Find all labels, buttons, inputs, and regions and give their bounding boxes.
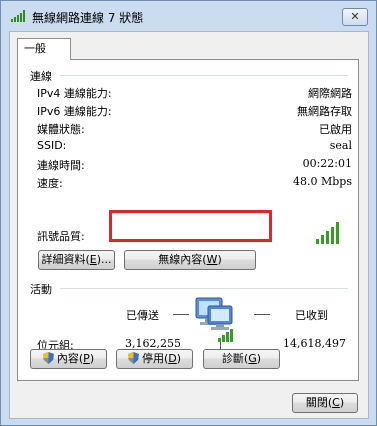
duration-row: 連線時間: 00:22:01 (37, 157, 352, 173)
ssid-row: SSID: seal (37, 139, 352, 155)
status-dialog: 無線網路連線 7 狀態 ✕ 一般 連線 IPv4 連線能力: 網際網路 IPv6… (0, 0, 377, 426)
disable-button[interactable]: 停用(D) (116, 349, 193, 369)
close-window-button[interactable]: ✕ (342, 8, 368, 26)
ipv4-value: 網際網路 (308, 87, 352, 100)
activity-divider (60, 288, 348, 289)
close-icon: ✕ (350, 10, 360, 23)
ipv4-row: IPv4 連線能力: 網際網路 (37, 85, 352, 101)
signal-quality-label: 訊號品質: (37, 230, 85, 243)
connection-divider (60, 75, 348, 76)
ipv6-row: IPv6 連線能力: 無網路存取 (37, 103, 352, 119)
diagnose-button[interactable]: 診斷(G) (203, 349, 280, 369)
duration-value: 00:22:01 (302, 157, 352, 170)
properties-button[interactable]: 內容(P) (30, 349, 107, 369)
wireless-signal-icon (11, 10, 27, 22)
speed-label: 速度: (37, 177, 63, 190)
media-state-label: 媒體狀態: (37, 123, 85, 136)
uac-shield-icon (42, 352, 54, 364)
window-title: 無線網路連線 7 狀態 (32, 11, 144, 25)
network-computers-icon (195, 297, 233, 342)
tab-general[interactable]: 一般 (17, 38, 71, 60)
duration-label: 連線時間: (37, 159, 85, 172)
uac-shield-icon (127, 352, 139, 364)
bytes-received-value: 14,618,497 (283, 337, 346, 350)
received-label: 已收到 (295, 309, 328, 322)
title-bar[interactable]: 無線網路連線 7 狀態 ✕ (1, 1, 376, 31)
activity-heading: 活動 (30, 283, 52, 296)
wireless-properties-button[interactable]: 無線內容(W) (124, 250, 256, 270)
ipv6-value: 無網路存取 (297, 105, 352, 118)
speed-value: 48.0 Mbps (293, 175, 352, 188)
highlight-box (109, 210, 272, 242)
received-line (254, 314, 270, 315)
media-state-row: 媒體狀態: 已啟用 (37, 121, 352, 137)
sent-line (173, 314, 189, 315)
ssid-label: SSID: (37, 139, 67, 152)
sent-label: 已傳送 (126, 309, 159, 322)
ipv4-label: IPv4 連線能力: (37, 87, 112, 100)
signal-strength-icon (316, 222, 340, 244)
connection-heading: 連線 (30, 70, 52, 83)
ssid-value: seal (329, 139, 352, 152)
ipv6-label: IPv6 連線能力: (37, 105, 112, 118)
close-button[interactable]: 關閉(C) (292, 393, 358, 413)
media-state-value: 已啟用 (319, 123, 352, 136)
details-button[interactable]: 詳細資料(E)... (38, 250, 115, 270)
speed-row: 速度: 48.0 Mbps (37, 175, 352, 191)
